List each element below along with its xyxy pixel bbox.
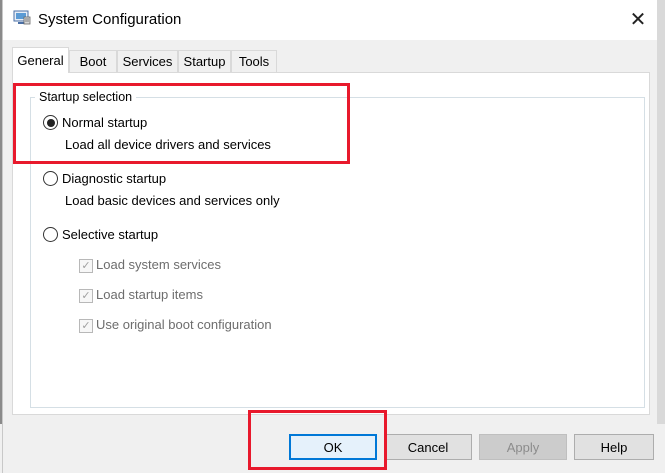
title-bar[interactable]: System Configuration ✕ <box>3 0 657 40</box>
system-configuration-window: System Configuration ✕ General Boot Serv… <box>2 0 657 473</box>
tab-services[interactable]: Services <box>117 50 178 72</box>
tab-general[interactable]: General <box>12 47 69 73</box>
tab-label: Startup <box>183 54 226 69</box>
group-label: Startup selection <box>35 90 137 104</box>
checkmark-icon: ✓ <box>81 289 91 302</box>
tab-label: Services <box>122 54 173 69</box>
close-icon: ✕ <box>629 8 647 31</box>
tab-tools[interactable]: Tools <box>231 50 277 72</box>
ok-button[interactable]: OK <box>289 434 377 460</box>
tab-label: General <box>17 53 64 68</box>
use-original-boot-config-label: Use original boot configuration <box>96 317 272 332</box>
load-startup-items-checkbox[interactable]: ✓ <box>79 289 93 303</box>
load-system-services-checkbox[interactable]: ✓ <box>79 259 93 273</box>
general-tab-panel: Startup selection Normal startup Load al… <box>12 72 650 415</box>
radio-selected-dot <box>46 118 55 127</box>
apply-button[interactable]: Apply <box>479 434 567 460</box>
load-system-services-label: Load system services <box>96 257 221 272</box>
normal-startup-label[interactable]: Normal startup <box>62 115 147 130</box>
background-edge <box>656 0 665 473</box>
tab-startup[interactable]: Startup <box>178 50 231 72</box>
tab-boot[interactable]: Boot <box>69 50 117 72</box>
help-button[interactable]: Help <box>574 434 654 460</box>
diagnostic-startup-radio[interactable] <box>43 171 58 186</box>
use-original-boot-config-checkbox[interactable]: ✓ <box>79 319 93 333</box>
diagnostic-startup-description: Load basic devices and services only <box>65 193 280 208</box>
apply-button-label: Apply <box>506 439 540 455</box>
ok-button-label: OK <box>323 439 343 455</box>
close-button[interactable]: ✕ <box>623 4 653 34</box>
cancel-button[interactable]: Cancel <box>384 434 472 460</box>
help-button-label: Help <box>600 439 628 455</box>
normal-startup-radio[interactable] <box>43 115 58 130</box>
tab-label: Tools <box>238 54 270 69</box>
diagnostic-startup-label[interactable]: Diagnostic startup <box>62 171 166 186</box>
normal-startup-description: Load all device drivers and services <box>65 137 271 152</box>
tab-label: Boot <box>79 54 107 69</box>
load-startup-items-label: Load startup items <box>96 287 203 302</box>
cancel-button-label: Cancel <box>407 439 449 455</box>
window-title: System Configuration <box>38 11 182 28</box>
checkmark-icon: ✓ <box>81 259 91 272</box>
msconfig-app-icon <box>13 10 31 25</box>
selective-startup-radio[interactable] <box>43 227 58 242</box>
selective-startup-label[interactable]: Selective startup <box>62 227 158 242</box>
checkmark-icon: ✓ <box>81 319 91 332</box>
